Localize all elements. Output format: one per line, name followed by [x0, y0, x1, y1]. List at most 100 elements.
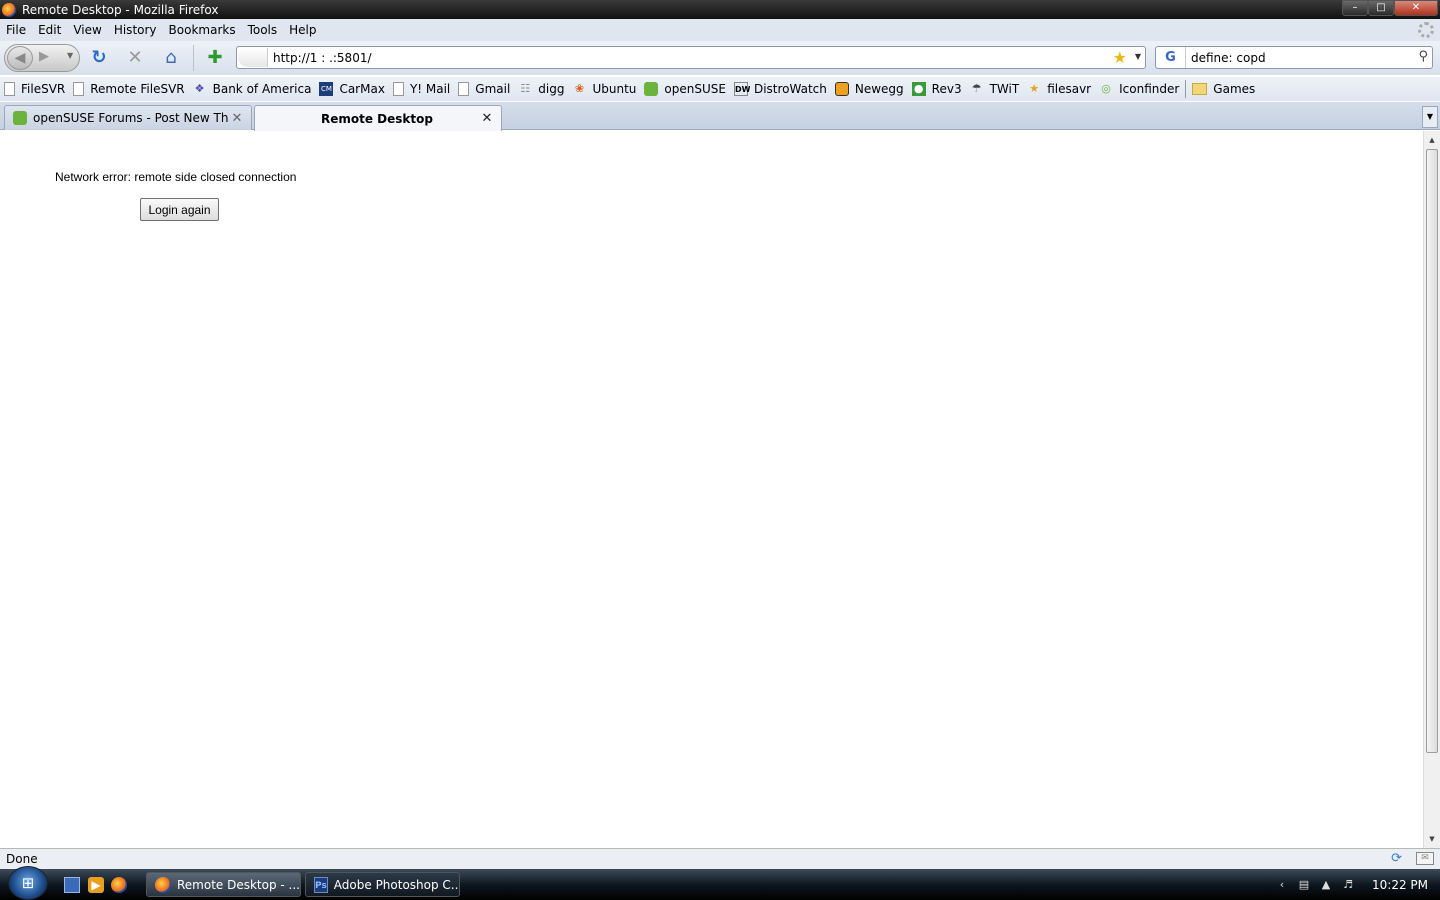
bookmark-rev3[interactable]: ● Rev3 — [911, 82, 962, 96]
list-all-tabs-button[interactable]: ▼ — [1422, 106, 1438, 128]
digg-icon: ☷ — [520, 82, 531, 95]
show-desktop-icon[interactable] — [64, 877, 80, 893]
search-icon[interactable]: ⚲ — [1418, 49, 1428, 64]
bookmark-star-icon[interactable]: ★ — [1113, 48, 1127, 67]
url-dropdown-icon[interactable]: ▼ — [1135, 52, 1141, 61]
start-button[interactable]: ⊞ — [8, 866, 48, 900]
mail-icon[interactable]: ✉ — [1416, 852, 1434, 865]
bookmark-distrowatch[interactable]: DW DistroWatch — [733, 82, 827, 96]
bookmarks-separator — [1185, 80, 1187, 98]
bookmark-remote-filesvr[interactable]: Remote FileSVR — [73, 82, 185, 96]
menu-bookmarks[interactable]: Bookmarks — [169, 23, 236, 37]
close-window-button[interactable]: ✕ — [1394, 0, 1438, 16]
sync-icon[interactable]: ⟳ — [1391, 851, 1402, 866]
title-bar: Remote Desktop - Mozilla Firefox – □ ✕ — [0, 0, 1440, 19]
distrowatch-icon: DW — [733, 82, 750, 96]
throbber-icon — [1418, 22, 1434, 38]
tab-close-icon[interactable]: ✕ — [479, 111, 495, 126]
filesavr-icon: ★ — [1029, 82, 1040, 95]
menu-tools[interactable]: Tools — [248, 23, 278, 37]
forward-button[interactable]: ▶ — [39, 49, 49, 64]
bookmark-y-mail[interactable]: Y! Mail — [392, 82, 450, 96]
back-forward-group: ◀ ▶ ▼ — [4, 44, 80, 72]
url-input[interactable]: http://1 : .:5801/ — [273, 51, 372, 65]
tab-strip: openSUSE Forums - Post New Thread ✕ Remo… — [0, 102, 1440, 131]
scroll-up-icon[interactable]: ▲ — [1424, 132, 1440, 148]
bookmarks-toolbar: FileSVR Remote FileSVR ❖ Bank of America … — [0, 77, 1440, 101]
page-icon — [4, 82, 15, 96]
minimize-button[interactable]: – — [1342, 0, 1368, 16]
toolbar-separator — [193, 45, 194, 71]
bookmark-folder-games[interactable]: Games — [1192, 82, 1255, 96]
firefox-logo-icon — [2, 2, 16, 17]
new-tab-button[interactable]: ✚ — [204, 47, 226, 69]
vertical-scrollbar[interactable]: ▲ ▼ — [1423, 131, 1440, 848]
firefox-quicklaunch-icon[interactable] — [111, 877, 127, 893]
scroll-down-icon[interactable]: ▼ — [1424, 831, 1440, 847]
volume-icon[interactable]: ♬ — [1340, 877, 1356, 893]
menu-view[interactable]: View — [73, 23, 101, 37]
window-controls: – □ ✕ — [1342, 0, 1438, 17]
taskbar: ⊞ ▶ Remote Desktop - ... Ps Adobe Photos… — [0, 866, 1440, 900]
rev3-icon: ● — [911, 82, 926, 96]
photoshop-icon: Ps — [314, 876, 328, 893]
firefox-icon — [155, 876, 171, 893]
site-identity-button[interactable] — [238, 48, 268, 67]
tab-remote-desktop[interactable]: Remote Desktop ✕ — [254, 105, 502, 131]
iconfinder-icon: ◎ — [1101, 82, 1111, 95]
menu-history[interactable]: History — [114, 23, 157, 37]
bookmark-ubuntu[interactable]: ❀ Ubuntu — [572, 82, 637, 96]
bookmark-gmail[interactable]: Gmail — [458, 82, 510, 96]
reload-button[interactable]: ↻ — [88, 47, 110, 69]
url-bar[interactable]: http://1 : .:5801/ ★ ▼ — [236, 46, 1146, 69]
taskbar-item-remote-desktop[interactable]: Remote Desktop - ... — [146, 872, 301, 897]
bookmark-digg[interactable]: ☷ digg — [518, 82, 564, 96]
tab-opensuse-forums[interactable]: openSUSE Forums - Post New Thread ✕ — [4, 105, 252, 130]
search-bar[interactable]: G define: copd ⚲ — [1155, 46, 1433, 69]
bookmark-filesavr[interactable]: ★ filesavr — [1027, 82, 1091, 96]
carmax-icon: CM — [319, 82, 334, 96]
bookmark-iconfinder[interactable]: ◎ Iconfinder — [1099, 82, 1179, 96]
bookmark-newegg[interactable]: Newegg — [834, 82, 904, 96]
bookmark-opensuse[interactable]: openSUSE — [644, 82, 726, 96]
page-icon — [392, 82, 404, 96]
tab-close-icon[interactable]: ✕ — [229, 111, 245, 126]
bookmark-twit[interactable]: ☂ TWiT — [970, 82, 1020, 96]
back-button[interactable]: ◀ — [7, 46, 33, 70]
menu-edit[interactable]: Edit — [38, 23, 61, 37]
opensuse-icon — [644, 82, 659, 96]
google-engine-icon[interactable]: G — [1156, 47, 1186, 68]
page-content: Network error: remote side closed connec… — [0, 131, 1423, 848]
page-icon — [458, 82, 470, 96]
maximize-button[interactable]: □ — [1368, 0, 1394, 16]
menu-bar: File Edit View History Bookmarks Tools H… — [0, 19, 1440, 41]
opensuse-favicon-icon — [13, 111, 27, 125]
window-title: Remote Desktop - Mozilla Firefox — [22, 2, 219, 17]
stop-button[interactable]: ✕ — [124, 47, 146, 69]
scroll-thumb[interactable] — [1426, 149, 1438, 753]
folder-icon — [1192, 83, 1208, 95]
tray-expand-icon[interactable]: ‹ — [1274, 877, 1290, 893]
page-icon — [73, 82, 85, 96]
taskbar-item-photoshop[interactable]: Ps Adobe Photoshop C... — [305, 872, 460, 897]
system-tray: ‹ ▤ ▲ ♬ 10:22 PM — [1274, 869, 1440, 900]
bofa-icon: ❖ — [194, 82, 205, 95]
network-error-message: Network error: remote side closed connec… — [55, 170, 297, 184]
bookmark-carmax[interactable]: CM CarMax — [319, 82, 385, 96]
network-icon[interactable]: ▲ — [1318, 877, 1334, 893]
bookmark-filesvr[interactable]: FileSVR — [4, 82, 65, 96]
home-button[interactable]: ⌂ — [160, 47, 182, 69]
search-input[interactable]: define: copd — [1191, 51, 1266, 65]
media-player-icon[interactable]: ▶ — [88, 877, 104, 893]
history-dropdown-icon[interactable]: ▼ — [67, 51, 73, 60]
bookmark-bank-of-america[interactable]: ❖ Bank of America — [193, 82, 312, 96]
ubuntu-icon: ❀ — [574, 82, 585, 95]
tray-app-icon[interactable]: ▤ — [1296, 877, 1312, 893]
login-again-button[interactable]: Login again — [140, 198, 219, 221]
status-text: Done — [6, 852, 38, 866]
menu-help[interactable]: Help — [289, 23, 316, 37]
clock[interactable]: 10:22 PM — [1372, 878, 1428, 892]
newegg-icon — [834, 82, 849, 96]
menu-file[interactable]: File — [6, 23, 26, 37]
twit-icon: ☂ — [971, 82, 982, 95]
